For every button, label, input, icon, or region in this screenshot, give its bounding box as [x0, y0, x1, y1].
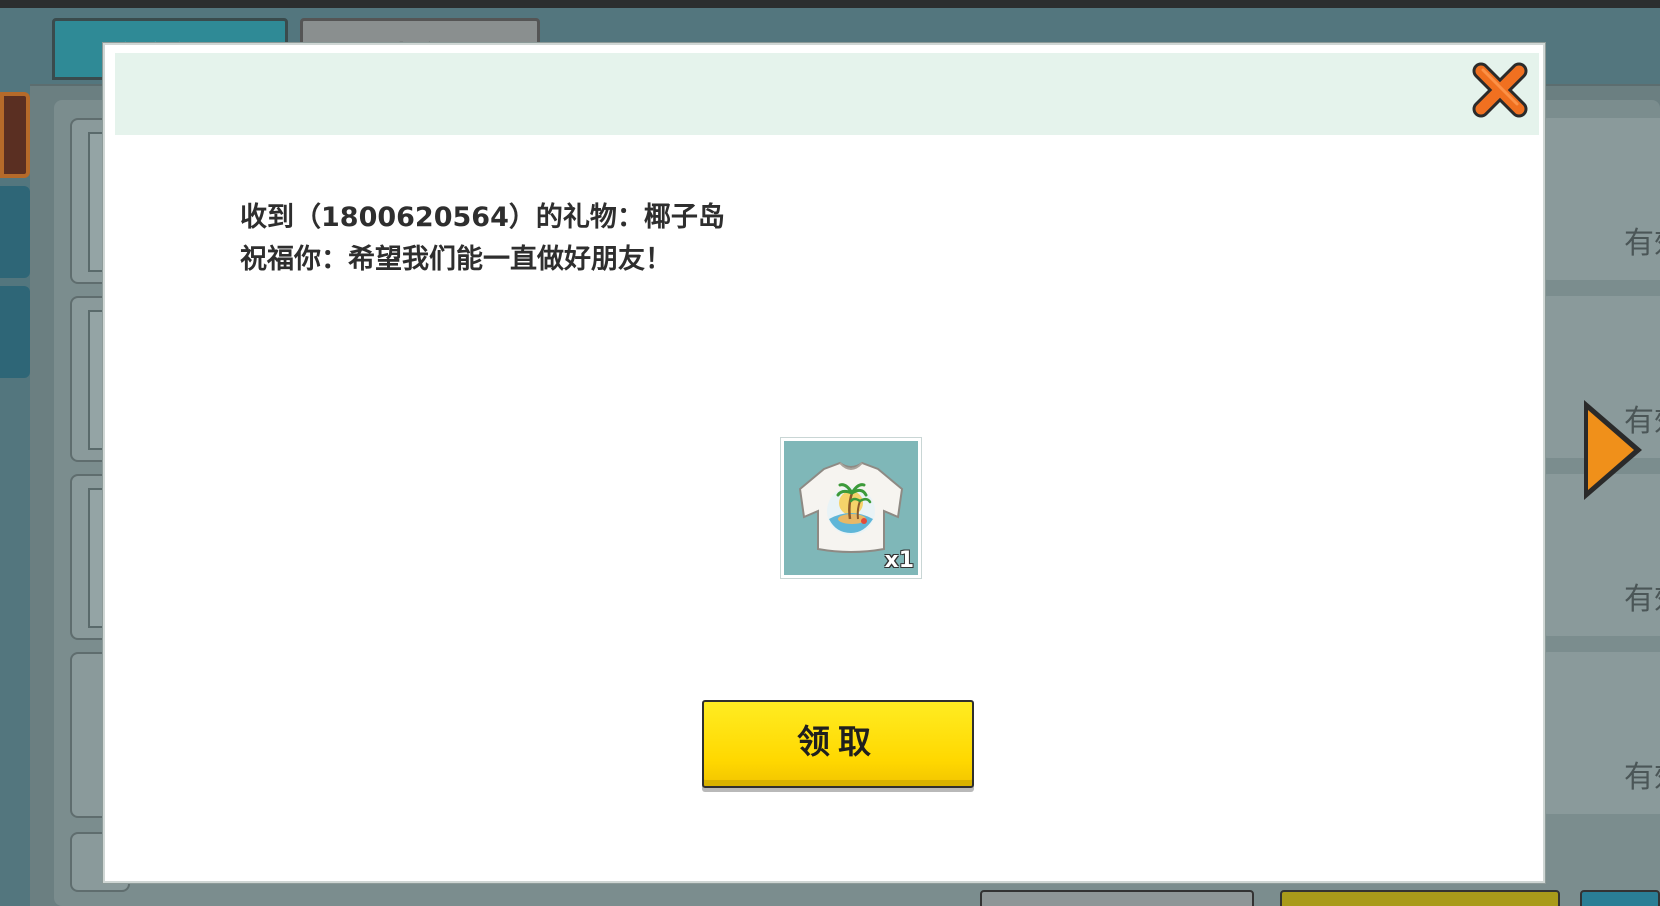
side-tab[interactable] [0, 186, 30, 278]
gift-message: 收到（1800620564）的礼物：椰子岛 祝福你：希望我们能一直做好朋友！ [240, 197, 725, 281]
right-card-label: 有效 [1624, 760, 1660, 795]
bottom-button[interactable] [1280, 890, 1560, 906]
next-page-arrow-fill [1588, 410, 1634, 490]
bottom-button[interactable] [980, 890, 1254, 906]
gift-item-quantity: x1 [884, 548, 915, 573]
dialog-header [115, 53, 1539, 135]
gift-message-line-1: 收到（1800620564）的礼物：椰子岛 [240, 202, 725, 233]
side-tab-active[interactable] [0, 92, 30, 178]
bottom-button[interactable] [1580, 890, 1660, 906]
side-tab[interactable] [0, 286, 30, 378]
right-card: 有效 [1540, 652, 1660, 814]
gift-dialog: 收到（1800620564）的礼物：椰子岛 祝福你：希望我们能一直做好朋友！ x… [103, 43, 1545, 883]
right-card-label: 有效 [1624, 582, 1660, 617]
right-card: 有效 [1540, 118, 1660, 280]
top-bar [0, 0, 1660, 8]
right-card-label: 有效 [1624, 226, 1660, 261]
claim-button[interactable]: 领取 [702, 700, 974, 788]
gift-item-slot[interactable]: x1 [780, 437, 922, 579]
close-icon[interactable] [1469, 59, 1531, 121]
gift-item-background: x1 [784, 441, 918, 575]
gift-message-line-2: 祝福你：希望我们能一直做好朋友！ [240, 244, 672, 275]
